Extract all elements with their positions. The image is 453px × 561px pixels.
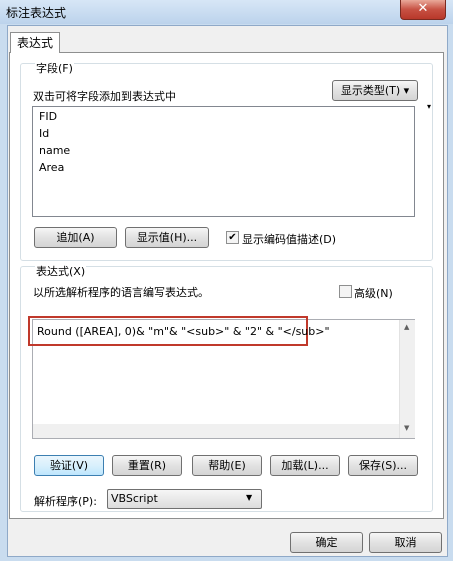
fields-instruction: 双击可将字段添加到表达式中 xyxy=(33,90,176,103)
reset-button[interactable]: 重置(R) xyxy=(112,455,182,476)
tab-page: 字段(F) 双击可将字段添加到表达式中 显示类型(T) ▾ ▾ FID Id n… xyxy=(9,52,444,519)
scroll-down-icon[interactable]: ▼ xyxy=(404,424,409,432)
close-icon: ✕ xyxy=(417,1,429,16)
show-types-button[interactable]: 显示类型(T) ▾ xyxy=(332,80,418,101)
expression-group-legend: 表达式(X) xyxy=(35,265,87,278)
expression-hscrollbar[interactable] xyxy=(33,424,399,438)
fields-list[interactable]: FID Id name Area xyxy=(32,106,415,217)
sort-marker-icon: ▾ xyxy=(427,102,432,111)
advanced-label: 高级(N) xyxy=(354,287,393,300)
show-coded-desc-label: 显示编码值描述(D) xyxy=(242,233,337,246)
expression-group: 表达式(X) 以所选解析程序的语言编写表达式。 高级(N) Round ([AR… xyxy=(20,266,433,512)
chevron-down-icon: ▼ xyxy=(246,493,253,502)
tab-expression[interactable]: 表达式 xyxy=(10,32,60,53)
scroll-up-icon[interactable]: ▲ xyxy=(404,323,409,331)
parser-select[interactable]: VBScript ▼ xyxy=(107,489,262,509)
help-button[interactable]: 帮助(E) xyxy=(192,455,262,476)
verify-button[interactable]: 验证(V) xyxy=(34,455,104,476)
window-title: 标注表达式 xyxy=(6,6,67,20)
advanced-checkbox[interactable] xyxy=(339,285,352,298)
cancel-button[interactable]: 取消 xyxy=(369,532,442,553)
save-button[interactable]: 保存(S)... xyxy=(348,455,418,476)
parser-label: 解析程序(P): xyxy=(34,495,97,508)
fields-group: 字段(F) 双击可将字段添加到表达式中 显示类型(T) ▾ ▾ FID Id n… xyxy=(20,63,433,261)
expression-scrollbar[interactable]: ▲ ▼ xyxy=(399,320,415,438)
parser-value: VBScript xyxy=(111,492,158,505)
show-coded-desc-checkbox[interactable]: ✔ xyxy=(226,231,239,244)
load-button[interactable]: 加载(L)... xyxy=(270,455,340,476)
list-item[interactable]: FID xyxy=(39,110,57,123)
list-item[interactable]: Id xyxy=(39,127,49,140)
expression-text[interactable]: Round ([AREA], 0)& "m"& "<sub>" & "2" & … xyxy=(37,325,330,338)
close-button[interactable]: ✕ xyxy=(400,0,446,20)
list-item[interactable]: name xyxy=(39,144,70,157)
expression-instruction: 以所选解析程序的语言编写表达式。 xyxy=(33,286,209,299)
ok-button[interactable]: 确定 xyxy=(290,532,363,553)
title-bar xyxy=(0,0,453,24)
add-button[interactable]: 追加(A) xyxy=(34,227,117,248)
checkmark-icon: ✔ xyxy=(228,232,237,243)
list-item[interactable]: Area xyxy=(39,161,64,174)
expression-editor[interactable]: Round ([AREA], 0)& "m"& "<sub>" & "2" & … xyxy=(28,316,415,439)
fields-group-legend: 字段(F) xyxy=(35,62,74,75)
show-values-button[interactable]: 显示值(H)... xyxy=(125,227,209,248)
